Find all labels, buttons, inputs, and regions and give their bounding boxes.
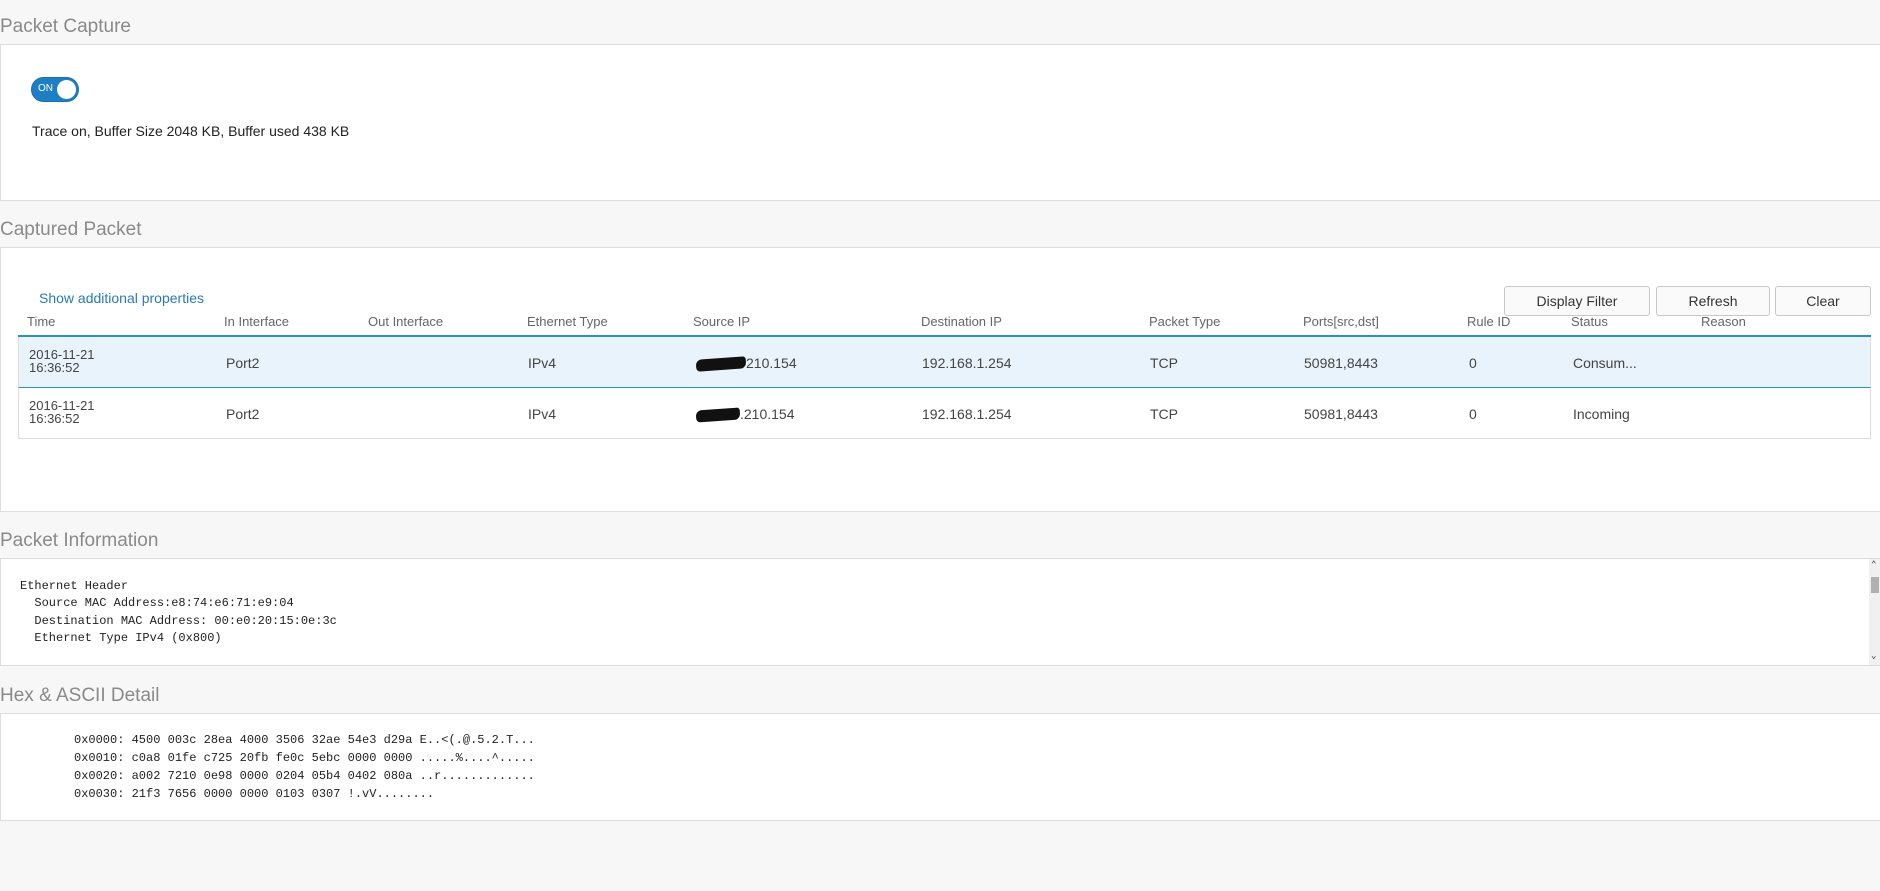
packet-capture-title: Packet Capture xyxy=(0,16,131,37)
row-packet-type: TCP xyxy=(1150,355,1178,371)
row-time: 2016-11-21 16:36:52 xyxy=(29,348,95,374)
hex-detail-title: Hex & ASCII Detail xyxy=(0,685,160,706)
column-header-packet-type[interactable]: Packet Type xyxy=(1149,314,1220,329)
row-time: 2016-11-21 16:36:52 xyxy=(29,399,95,425)
row-rule-id: 0 xyxy=(1469,355,1477,371)
table-header: Time In Interface Out Interface Ethernet… xyxy=(18,312,1871,337)
trace-status-text: Trace on, Buffer Size 2048 KB, Buffer us… xyxy=(32,123,350,139)
info-line: Ethernet Header xyxy=(20,579,129,593)
row-source-ip-suffix: .210.154 xyxy=(740,406,795,422)
column-header-reason[interactable]: Reason xyxy=(1701,314,1746,329)
row-status: Incoming xyxy=(1573,406,1630,422)
scroll-up-icon[interactable]: ⌃ xyxy=(1871,561,1876,570)
hex-line: 0x0020: a002 7210 0e98 0000 0204 05b4 04… xyxy=(74,769,535,783)
info-scrollbar[interactable]: ⌃ ⌄ xyxy=(1869,559,1880,665)
row-time-clock: 16:36:52 xyxy=(29,411,80,426)
row-source-ip: .210.154 xyxy=(695,406,795,423)
redaction-mark xyxy=(695,407,741,423)
row-ports: 50981,8443 xyxy=(1304,406,1378,422)
column-header-destination-ip[interactable]: Destination IP xyxy=(921,314,1002,329)
hex-line: 0x0000: 4500 003c 28ea 4000 3506 32ae 54… xyxy=(74,733,535,747)
info-line: Destination MAC Address: 00:e0:20:15:0e:… xyxy=(20,614,337,628)
hex-line: 0x0030: 21f3 7656 0000 0000 0103 0307 !.… xyxy=(74,787,435,801)
scroll-down-icon[interactable]: ⌄ xyxy=(1871,652,1876,661)
column-header-status[interactable]: Status xyxy=(1571,314,1608,329)
column-header-source-ip[interactable]: Source IP xyxy=(693,314,750,329)
row-rule-id: 0 xyxy=(1469,406,1477,422)
info-line: Ethernet Type IPv4 (0x800) xyxy=(20,631,222,645)
row-in-interface: Port2 xyxy=(226,355,260,371)
packet-information-title: Packet Information xyxy=(0,530,159,551)
toggle-knob xyxy=(57,80,76,99)
column-header-ports[interactable]: Ports[src,dst] xyxy=(1303,314,1379,329)
row-ethernet-type: IPv4 xyxy=(528,406,557,422)
table-row[interactable]: 2016-11-21 16:36:52 Port2 IPv4 210.154 1… xyxy=(18,337,1871,388)
column-header-out-interface[interactable]: Out Interface xyxy=(368,314,443,329)
packet-information-panel[interactable]: Ethernet Header Source MAC Address:e8:74… xyxy=(0,558,1880,666)
row-source-ip-suffix: 210.154 xyxy=(746,355,797,371)
row-destination-ip: 192.168.1.254 xyxy=(922,406,1012,422)
info-line: Source MAC Address:e8:74:e6:71:e9:04 xyxy=(20,596,294,610)
scroll-thumb[interactable] xyxy=(1871,577,1879,593)
column-header-ethernet-type[interactable]: Ethernet Type xyxy=(527,314,608,329)
row-ethernet-type: IPv4 xyxy=(528,355,557,371)
packet-capture-panel: ON Trace on, Buffer Size 2048 KB, Buffer… xyxy=(0,44,1880,201)
packet-table: Time In Interface Out Interface Ethernet… xyxy=(18,312,1871,439)
toggle-label: ON xyxy=(38,83,53,94)
redaction-mark xyxy=(695,356,747,372)
column-header-time[interactable]: Time xyxy=(27,314,55,329)
captured-packet-title: Captured Packet xyxy=(0,219,142,240)
trace-toggle[interactable]: ON xyxy=(31,77,79,102)
captured-packet-panel: Show additional properties Display Filte… xyxy=(0,247,1880,512)
column-header-rule-id[interactable]: Rule ID xyxy=(1467,314,1510,329)
row-status: Consum... xyxy=(1573,355,1637,371)
column-header-in-interface[interactable]: In Interface xyxy=(224,314,289,329)
hex-line: 0x0010: c0a8 01fe c725 20fb fe0c 5ebc 00… xyxy=(74,751,535,765)
row-in-interface: Port2 xyxy=(226,406,260,422)
show-additional-properties-link[interactable]: Show additional properties xyxy=(39,290,204,306)
row-time-clock: 16:36:52 xyxy=(29,360,80,375)
row-packet-type: TCP xyxy=(1150,406,1178,422)
hex-detail-panel: 0x0000: 4500 003c 28ea 4000 3506 32ae 54… xyxy=(0,713,1880,821)
row-ports: 50981,8443 xyxy=(1304,355,1378,371)
row-destination-ip: 192.168.1.254 xyxy=(922,355,1012,371)
row-source-ip: 210.154 xyxy=(695,355,797,372)
table-row[interactable]: 2016-11-21 16:36:52 Port2 IPv4 .210.154 … xyxy=(18,388,1871,439)
